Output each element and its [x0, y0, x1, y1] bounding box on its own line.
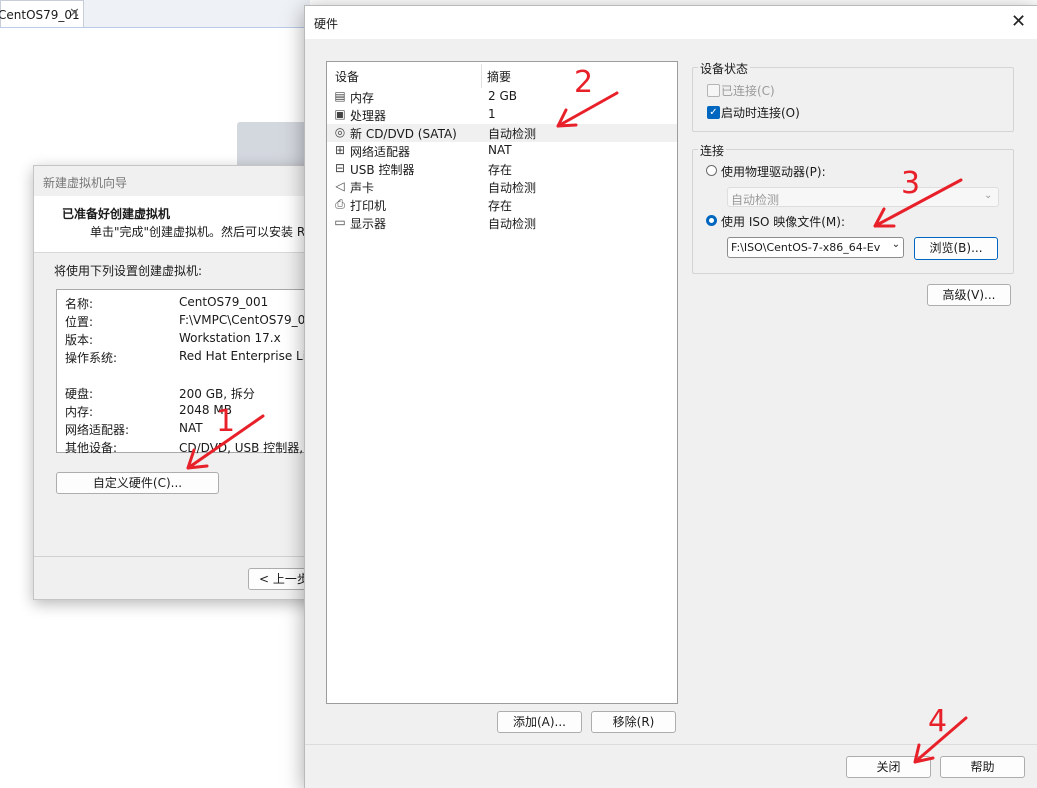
wizard-heading: 已准备好创建虚拟机 — [62, 207, 171, 221]
sound-card-icon: ◁ — [335, 179, 345, 193]
column-header-summary[interactable]: 摘要 — [487, 68, 511, 85]
device-name: 声卡 — [350, 181, 375, 195]
connected-checkbox[interactable] — [707, 84, 720, 97]
device-row-sound-card[interactable]: ◁ 声卡 自动检测 — [327, 178, 677, 196]
summary-value: 200 GB, 拆分 — [179, 387, 255, 401]
device-summary: 自动检测 — [488, 181, 537, 195]
summary-label: 其他设备: — [65, 441, 118, 455]
device-summary: NAT — [488, 143, 512, 157]
help-button[interactable]: 帮助 — [940, 756, 1025, 778]
device-row-usb[interactable]: ⊟ USB 控制器 存在 — [327, 160, 677, 178]
summary-label: 硬盘: — [65, 387, 94, 401]
printer-icon: ⎙ — [335, 197, 345, 211]
use-iso-image-radio[interactable] — [706, 215, 717, 226]
device-name: 处理器 — [350, 109, 387, 123]
chevron-down-icon: ⌄ — [984, 190, 993, 201]
device-row-network-adapter[interactable]: ⊞ 网络适配器 NAT — [327, 142, 677, 160]
device-name: USB 控制器 — [350, 163, 415, 177]
device-row-printer[interactable]: ⎙ 打印机 存在 — [327, 196, 677, 214]
summary-value: Workstation 17.x — [179, 331, 281, 345]
column-divider[interactable] — [481, 64, 482, 88]
annotation-number-4: 4 — [928, 704, 948, 739]
footer-divider — [305, 744, 1037, 745]
device-name: 内存 — [350, 91, 375, 105]
use-physical-drive-label[interactable]: 使用物理驱动器(P): — [721, 163, 826, 180]
physical-drive-value: 自动检测 — [731, 193, 780, 207]
hardware-titlebar: 硬件 ✕ — [305, 6, 1037, 39]
summary-label: 网络适配器: — [65, 423, 130, 437]
device-summary: 自动检测 — [488, 217, 537, 231]
wizard-title: 新建虚拟机向导 — [43, 176, 128, 190]
device-name: 显示器 — [350, 217, 387, 231]
device-name: 网络适配器 — [350, 145, 411, 159]
hardware-title: 硬件 — [314, 17, 339, 31]
advanced-button[interactable]: 高级(V)... — [927, 284, 1011, 306]
tab-close-icon[interactable]: ✕ — [69, 6, 80, 21]
hardware-dialog: 硬件 ✕ 设备 摘要 ▤ 内存 2 GB ▣ 处理器 1 ◎ 新 CD/DVD … — [304, 5, 1037, 788]
wizard-titlebar: 新建虚拟机向导 — [34, 166, 319, 196]
connect-at-power-on-label[interactable]: 启动时连接(O) — [721, 104, 800, 121]
device-summary: 2 GB — [488, 89, 517, 103]
summary-label: 位置: — [65, 315, 94, 329]
column-header-device[interactable]: 设备 — [335, 68, 359, 85]
device-list: 设备 摘要 ▤ 内存 2 GB ▣ 处理器 1 ◎ 新 CD/DVD (SATA… — [326, 61, 678, 704]
summary-label: 内存: — [65, 405, 94, 419]
summary-value: NAT — [179, 421, 203, 435]
summary-label: 版本: — [65, 333, 94, 347]
tab-label: CentOS79_01 — [0, 8, 80, 22]
wizard-divider — [34, 556, 319, 557]
chevron-down-icon: ⌄ — [889, 239, 903, 256]
remove-device-button[interactable]: 移除(R) — [591, 711, 676, 733]
tab-centos79-01[interactable]: CentOS79_01 ✕ — [0, 0, 84, 27]
connected-label[interactable]: 已连接(C) — [721, 82, 775, 99]
annotation-number-2: 2 — [574, 65, 594, 100]
annotation-number-1: 1 — [216, 404, 236, 439]
device-name: 新 CD/DVD (SATA) — [350, 127, 457, 141]
usb-icon: ⊟ — [334, 161, 346, 175]
network-adapter-icon: ⊞ — [334, 143, 346, 157]
cd-dvd-icon: ◎ — [334, 125, 346, 139]
memory-icon: ▤ — [334, 89, 346, 103]
summary-label: 操作系统: — [65, 351, 118, 365]
device-row-processor[interactable]: ▣ 处理器 1 — [327, 106, 677, 124]
add-device-button[interactable]: 添加(A)... — [497, 711, 582, 733]
summary-value: Red Hat Enterprise Linu — [179, 349, 320, 363]
close-icon[interactable]: ✕ — [1011, 11, 1026, 32]
wizard-intro: 将使用下列设置创建虚拟机: — [54, 264, 203, 278]
summary-value: F:\VMPC\CentOS79_00 — [179, 313, 313, 327]
new-vm-wizard-dialog: 新建虚拟机向导 已准备好创建虚拟机 单击"完成"创建虚拟机。然后可以安装 R 将… — [33, 165, 320, 600]
device-summary: 存在 — [488, 199, 513, 213]
browse-button[interactable]: 浏览(B)... — [914, 237, 998, 260]
summary-label: 名称: — [65, 297, 94, 311]
device-name: 打印机 — [350, 199, 387, 213]
physical-drive-select[interactable]: 自动检测 ⌄ — [727, 187, 999, 207]
device-summary: 存在 — [488, 163, 513, 177]
device-row-cd-dvd[interactable]: ◎ 新 CD/DVD (SATA) 自动检测 — [327, 124, 677, 142]
use-physical-drive-radio[interactable] — [706, 165, 717, 176]
background-panel — [237, 122, 312, 168]
device-row-monitor[interactable]: ▭ 显示器 自动检测 — [327, 214, 677, 232]
connect-at-power-on-checkbox[interactable]: ✓ — [707, 106, 720, 119]
device-summary: 自动检测 — [488, 127, 537, 141]
connection-label: 连接 — [698, 142, 727, 159]
summary-value: CentOS79_001 — [179, 295, 269, 309]
use-iso-image-label[interactable]: 使用 ISO 映像文件(M): — [721, 213, 845, 230]
wizard-header: 已准备好创建虚拟机 单击"完成"创建虚拟机。然后可以安装 R — [34, 196, 319, 253]
device-status-label: 设备状态 — [698, 60, 751, 77]
customize-hardware-button[interactable]: 自定义硬件(C)... — [56, 472, 219, 494]
iso-path-value: F:\ISO\CentOS-7-x86_64-Ev — [731, 241, 881, 254]
summary-value: CD/DVD, USB 控制器, 扌 — [179, 441, 319, 455]
close-button[interactable]: 关闭 — [846, 756, 931, 778]
iso-path-select[interactable]: F:\ISO\CentOS-7-x86_64-Ev ⌄ — [727, 237, 904, 258]
device-summary: 1 — [488, 107, 496, 121]
wizard-subtitle: 单击"完成"创建虚拟机。然后可以安装 R — [90, 225, 306, 239]
annotation-number-3: 3 — [901, 166, 921, 201]
processor-icon: ▣ — [334, 107, 346, 121]
settings-summary: 名称: CentOS79_001 位置: F:\VMPC\CentOS79_00… — [56, 289, 320, 455]
monitor-icon: ▭ — [334, 215, 346, 229]
device-row-memory[interactable]: ▤ 内存 2 GB — [327, 88, 677, 106]
